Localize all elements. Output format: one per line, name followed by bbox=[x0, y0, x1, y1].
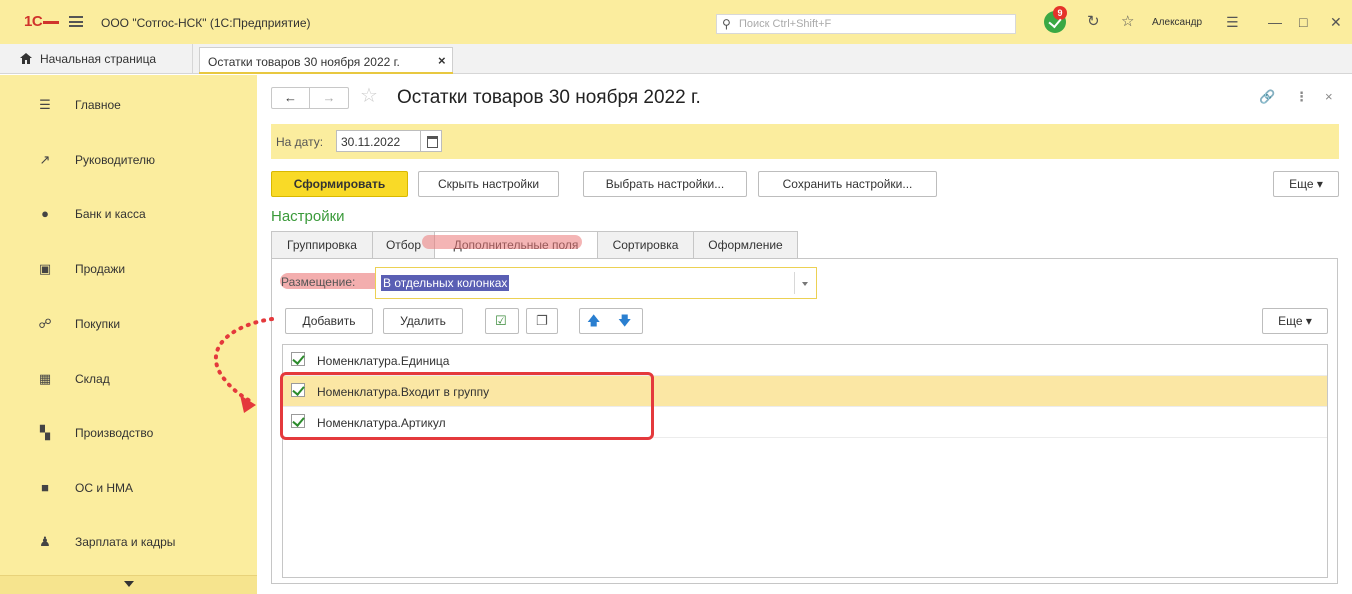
search-icon: ⚲ bbox=[722, 17, 731, 31]
close-form-icon[interactable]: × bbox=[1325, 89, 1333, 105]
hamburger-icon: ☰ bbox=[39, 97, 51, 112]
person-icon: ♟ bbox=[39, 534, 51, 549]
choose-settings-button[interactable]: Выбрать настройки... bbox=[583, 171, 747, 197]
favorites-star-icon[interactable]: ☆ bbox=[1121, 13, 1134, 31]
minimize-icon[interactable]: — bbox=[1268, 13, 1282, 31]
placement-value: В отдельных колонках bbox=[381, 275, 510, 291]
truck-icon: ■ bbox=[41, 480, 49, 495]
copy-icon: ❐ bbox=[536, 313, 548, 328]
settings-menu-icon[interactable]: ☰ bbox=[1226, 13, 1239, 31]
dotted-arrow-annotation bbox=[213, 317, 274, 413]
generate-button[interactable]: Сформировать bbox=[271, 171, 408, 197]
title-bar: 1С ООО "Сотгос-НСК" (1С:Предприятие) ⚲ 9… bbox=[0, 0, 1352, 44]
forward-button[interactable]: → bbox=[310, 88, 348, 108]
sidebar-item-assets[interactable]: ■ ОС и НМА bbox=[0, 468, 257, 508]
list-more-button[interactable]: Еще ▾ bbox=[1262, 308, 1328, 334]
copy-button[interactable]: ❐ bbox=[526, 308, 558, 334]
home-tab[interactable]: Начальная страница bbox=[0, 44, 193, 74]
app-logo[interactable]: 1С bbox=[24, 13, 60, 30]
notification-badge: 9 bbox=[1053, 6, 1067, 20]
favorite-star-icon[interactable]: ☆ bbox=[360, 84, 378, 108]
sidebar-item-label: Руководителю bbox=[75, 153, 156, 167]
delete-button[interactable]: Удалить bbox=[383, 308, 463, 334]
sidebar-item-bank[interactable]: ● Банк и касса bbox=[0, 194, 257, 234]
close-tab-icon[interactable]: × bbox=[438, 53, 446, 68]
highlight-frame-annotation bbox=[280, 372, 654, 440]
back-button[interactable]: ← bbox=[272, 88, 310, 108]
check-all-icon: ☑ bbox=[495, 313, 507, 328]
sidebar-item-label: Продажи bbox=[75, 262, 126, 276]
save-settings-button[interactable]: Сохранить настройки... bbox=[758, 171, 937, 197]
sidebar-item-manager[interactable]: ↗ Руководителю bbox=[0, 140, 257, 180]
tab-highlight-annotation bbox=[422, 235, 582, 249]
sidebar-item-production[interactable]: ▚ Производство bbox=[0, 413, 257, 453]
sidebar-item-label: Банк и касса bbox=[75, 207, 146, 221]
dropdown-icon[interactable] bbox=[794, 272, 814, 294]
list-more-label: Еще bbox=[1278, 314, 1303, 328]
sidebar-item-label: ОС и НМА bbox=[75, 481, 134, 495]
sidebar-item-sales[interactable]: ▣ Продажи bbox=[0, 249, 257, 289]
history-icon[interactable]: ↻ bbox=[1087, 13, 1100, 31]
notifications-icon[interactable]: 9 bbox=[1044, 6, 1067, 33]
sidebar-item-label: Покупки bbox=[75, 317, 121, 331]
tab-grouping[interactable]: Группировка bbox=[271, 231, 373, 258]
field-label: Номенклатура.Единица bbox=[317, 354, 450, 368]
date-value: 30.11.2022 bbox=[341, 135, 401, 149]
main-menu-icon[interactable] bbox=[69, 16, 83, 27]
more-label: Еще bbox=[1289, 177, 1314, 191]
report-form: ← → ☆ Остатки товаров 30 ноября 2022 г. … bbox=[257, 75, 1352, 594]
move-down-icon[interactable]: 🡇 bbox=[618, 313, 631, 329]
cart-icon: ☍ bbox=[38, 316, 52, 331]
tab-sorting[interactable]: Сортировка bbox=[597, 231, 694, 258]
calendar-icon[interactable] bbox=[420, 131, 441, 151]
close-window-icon[interactable]: ✕ bbox=[1330, 13, 1342, 31]
sidebar-item-label: Зарплата и кадры bbox=[75, 535, 176, 549]
maximize-icon[interactable]: □ bbox=[1299, 13, 1307, 31]
placement-label: Размещение: bbox=[281, 275, 356, 289]
move-buttons: 🡅 🡇 bbox=[579, 308, 643, 334]
hide-settings-button[interactable]: Скрыть настройки bbox=[418, 171, 559, 197]
chevron-down-icon bbox=[124, 581, 134, 587]
move-up-icon[interactable]: 🡅 bbox=[587, 313, 600, 329]
global-search[interactable]: ⚲ bbox=[716, 14, 1016, 34]
sidebar-item-label: Склад bbox=[75, 372, 110, 386]
search-input[interactable] bbox=[739, 16, 1009, 32]
page-title: Остатки товаров 30 ноября 2022 г. bbox=[397, 87, 701, 108]
link-icon[interactable]: 🔗 bbox=[1259, 89, 1275, 105]
field-checkbox[interactable] bbox=[291, 352, 305, 366]
coin-icon: ● bbox=[41, 206, 49, 221]
bag-icon: ▣ bbox=[38, 261, 52, 276]
sidebar-scroll-down[interactable] bbox=[0, 575, 257, 594]
home-tab-label: Начальная страница bbox=[40, 52, 157, 66]
date-label: На дату: bbox=[276, 135, 324, 149]
add-button[interactable]: Добавить bbox=[285, 308, 373, 334]
factory-icon: ▚ bbox=[40, 425, 50, 440]
date-bar: На дату: 30.11.2022 bbox=[271, 124, 1339, 159]
check-all-button[interactable]: ☑ bbox=[485, 308, 519, 334]
report-tab-label: Остатки товаров 30 ноября 2022 г. bbox=[208, 55, 400, 69]
sidebar-item-label: Главное bbox=[75, 98, 121, 112]
sidebar-item-label: Производство bbox=[75, 426, 154, 440]
sidebar-item-main[interactable]: ☰ Главное bbox=[0, 85, 257, 125]
tabs-bar: Начальная страница Остатки товаров 30 но… bbox=[0, 44, 1352, 74]
tab-appearance[interactable]: Оформление bbox=[693, 231, 798, 258]
placement-select[interactable]: В отдельных колонках bbox=[375, 267, 817, 299]
nav-buttons: ← → bbox=[271, 87, 349, 109]
more-menu-icon[interactable]: ⋮ bbox=[1295, 89, 1308, 105]
app-title: ООО "Сотгос-НСК" (1С:Предприятие) bbox=[101, 16, 311, 30]
report-tab[interactable]: Остатки товаров 30 ноября 2022 г. × bbox=[199, 47, 453, 74]
more-button[interactable]: Еще ▾ bbox=[1273, 171, 1339, 197]
date-field[interactable]: 30.11.2022 bbox=[336, 130, 442, 152]
home-icon bbox=[20, 53, 32, 64]
trend-icon: ↗ bbox=[39, 152, 51, 167]
settings-heading: Настройки bbox=[271, 208, 345, 225]
user-name[interactable]: Александр bbox=[1152, 17, 1202, 28]
warehouse-icon: ▦ bbox=[38, 371, 52, 386]
sidebar-item-salary[interactable]: ♟ Зарплата и кадры bbox=[0, 522, 257, 562]
